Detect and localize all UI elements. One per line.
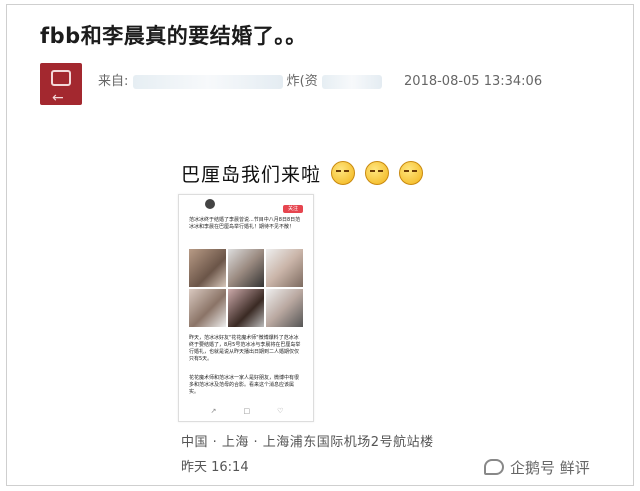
watermark: 企鹅号 鲜评 [484, 457, 590, 478]
photo-thumbnail [266, 249, 303, 287]
penguin-logo-icon [484, 459, 504, 475]
author-avatar[interactable]: ← [40, 63, 82, 106]
embedded-phone-screenshot[interactable]: 关注 范冰冰终于结婚了李晨曾说...节目中八月8日8日范冰冰和李晨在巴厘岛举行婚… [178, 194, 314, 422]
screenshot-photo-grid [189, 249, 303, 327]
screenshot-avatar [205, 199, 215, 209]
smirk-emoji-icon [399, 161, 424, 185]
smirk-emoji-icon [331, 161, 356, 185]
photo-thumbnail [189, 289, 226, 327]
post-location: 中国 · 上海 · 上海浦东国际机场2号航站楼 [181, 435, 434, 450]
comment-icon: □ [243, 407, 251, 415]
blurred-source-suffix [321, 74, 382, 89]
screenshot-follow-button: 关注 [283, 205, 303, 213]
image-caption: 巴厘岛我们来啦 [181, 160, 424, 187]
like-icon: ♡ [277, 407, 284, 415]
screenshot-intro-text: 范冰冰终于结婚了李晨曾说...节目中八月8日8日范冰冰和李晨在巴厘岛举行婚礼！期… [189, 217, 301, 230]
restaurant-icon [51, 70, 71, 86]
blurred-source-name [132, 74, 283, 89]
share-icon: ↗ [210, 407, 217, 415]
photo-thumbnail [227, 289, 265, 327]
photo-thumbnail [227, 249, 265, 287]
back-arrow-icon: ← [52, 90, 64, 106]
screenshot-body-text: 昨天，范冰冰好友"花花魔术师"微博爆料了范冰冰终于要结婚了，8月5号范冰冰与李晨… [189, 335, 301, 362]
watermark-text: 企鹅号 鲜评 [510, 459, 590, 477]
post-title: fbb和李晨真的要结婚了。。 [40, 24, 307, 48]
screenshot-body-text-2: 花花魔术师和范冰冰一家人是好朋友，微博中有很多和范冰冰及范母的合影。看来这个消息… [189, 375, 300, 395]
photo-thumbnail [189, 249, 226, 287]
post-relative-time: 昨天 16:14 [181, 460, 249, 475]
caption-text: 巴厘岛我们来啦 [181, 164, 322, 186]
post-timestamp: 2018-08-05 13:34:06 [404, 74, 543, 89]
source-label: 来自: [98, 74, 129, 89]
post-meta: 来自: 炸(资 2018-08-05 13:34:06 [98, 70, 542, 89]
source-name-partial: 炸(资 [286, 74, 318, 89]
photo-thumbnail [266, 289, 303, 327]
screenshot-action-bar: ↗ □ ♡ [197, 407, 297, 415]
smirk-emoji-icon [365, 161, 390, 185]
